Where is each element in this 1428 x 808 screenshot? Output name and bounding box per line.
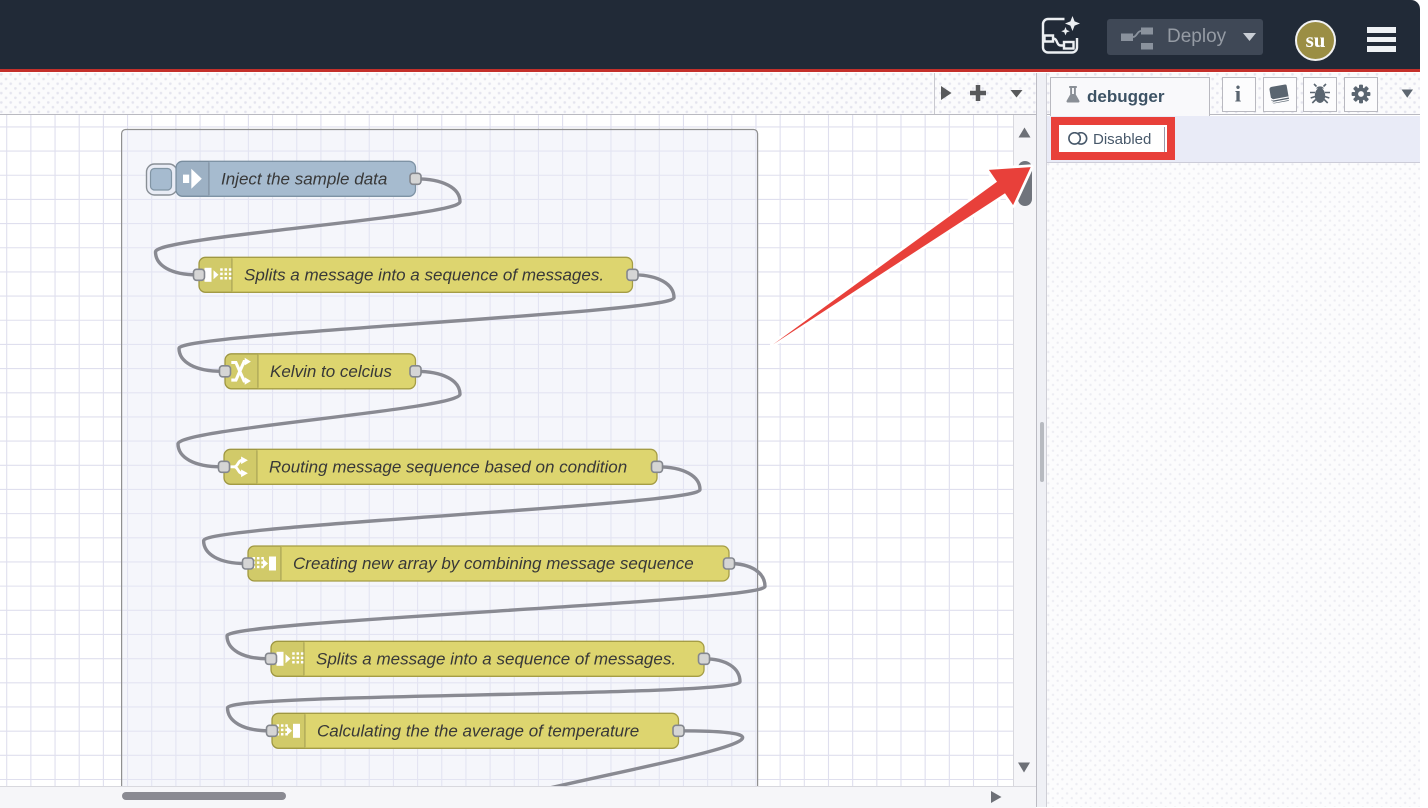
svg-text:i: i bbox=[1235, 82, 1242, 107]
svg-text:Inject the sample data: Inject the sample data bbox=[221, 169, 387, 188]
svg-text:Kelvin to celcius: Kelvin to celcius bbox=[270, 361, 392, 380]
svg-text:Routing message sequence based: Routing message sequence based on condit… bbox=[269, 457, 627, 476]
svg-text:Calculating the the average of: Calculating the the average of temperatu… bbox=[317, 721, 639, 740]
svg-text:Splits a message into a sequen: Splits a message into a sequence of mess… bbox=[244, 265, 604, 284]
svg-text:Splits a message into a sequen: Splits a message into a sequence of mess… bbox=[316, 649, 676, 668]
svg-text:Creating new array by combinin: Creating new array by combining message … bbox=[293, 554, 694, 573]
